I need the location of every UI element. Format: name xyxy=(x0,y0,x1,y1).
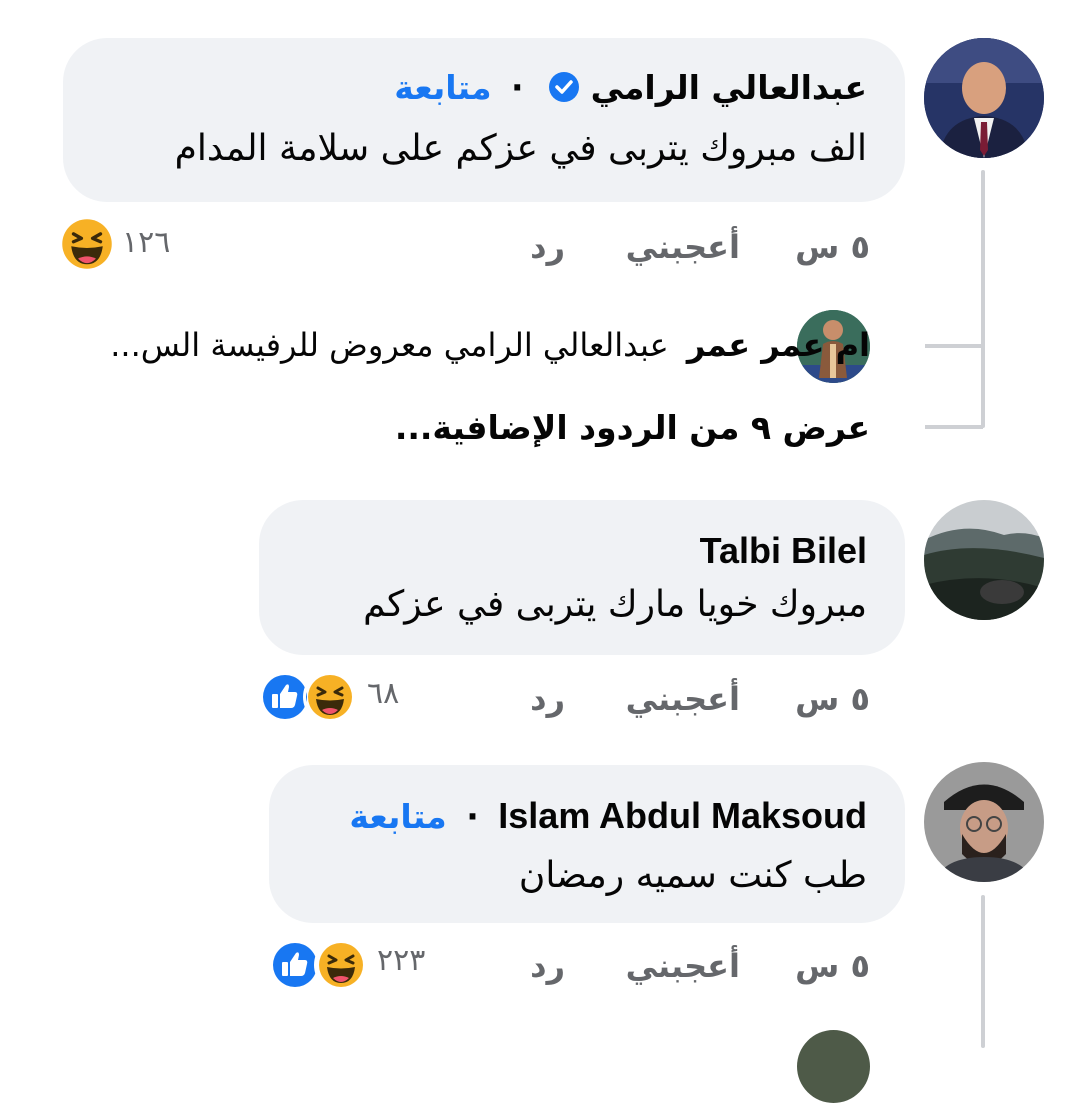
comment-time[interactable]: ٥ س xyxy=(795,680,870,718)
haha-icon[interactable] xyxy=(314,938,368,992)
comment-bubble[interactable]: عبدالعالي الرامي · متابعة الف مبروك يترب… xyxy=(63,38,905,202)
separator-dot: · xyxy=(466,797,479,836)
comment-header: عبدالعالي الرامي · متابعة xyxy=(394,68,867,107)
reply-author[interactable]: ام عمر عمر xyxy=(687,326,870,364)
verified-badge-icon xyxy=(549,72,580,102)
comment-author[interactable]: Talbi Bilel xyxy=(700,530,867,571)
reaction-count[interactable]: ٦٨ xyxy=(367,676,399,711)
view-more-replies[interactable]: عرض ٩ من الردود الإضافية... xyxy=(395,408,870,447)
comment-time[interactable]: ٥ س xyxy=(795,947,870,985)
reply-button[interactable]: رد xyxy=(530,947,565,985)
reaction-count[interactable]: ١٢٦ xyxy=(122,225,170,260)
comment-header: Islam Abdul Maksoud · متابعة xyxy=(349,795,867,837)
follow-link[interactable]: متابعة xyxy=(349,797,446,836)
comment-author[interactable]: Islam Abdul Maksoud xyxy=(498,795,867,836)
avatar[interactable] xyxy=(797,1030,870,1103)
reply-connector xyxy=(925,344,983,348)
follow-link[interactable]: متابعة xyxy=(394,68,491,107)
reaction-count[interactable]: ٢٢٣ xyxy=(377,943,425,978)
reply-text: عبدالعالي الرامي معروض للرفيسة الس... xyxy=(110,326,669,364)
reply-button[interactable]: رد xyxy=(530,228,565,266)
comment-text: طب كنت سميه رمضان xyxy=(518,855,867,896)
haha-icon[interactable] xyxy=(303,670,357,724)
comment-bubble[interactable]: Talbi Bilel مبروك خويا مارك يتربى في عزك… xyxy=(259,500,905,655)
separator-dot: · xyxy=(511,68,524,107)
like-button[interactable]: أعجبني xyxy=(626,228,740,266)
comment-author[interactable]: عبدالعالي الرامي xyxy=(591,68,867,107)
like-button[interactable]: أعجبني xyxy=(626,680,740,718)
comment-text: مبروك خويا مارك يتربى في عزكم xyxy=(363,584,867,625)
comment-thread-line xyxy=(981,170,985,428)
comment-time[interactable]: ٥ س xyxy=(795,228,870,266)
avatar[interactable] xyxy=(924,762,1044,882)
like-button[interactable]: أعجبني xyxy=(626,947,740,985)
comment-header: Talbi Bilel xyxy=(700,530,867,572)
reply-preview[interactable]: ام عمر عمر عبدالعالي الرامي معروض للرفيس… xyxy=(110,326,870,364)
comment-thread-line xyxy=(981,895,985,1048)
comment-bubble[interactable]: Islam Abdul Maksoud · متابعة طب كنت سميه… xyxy=(269,765,905,923)
reply-button[interactable]: رد xyxy=(530,680,565,718)
comment-text: الف مبروك يتربى في عزكم على سلامة المدام xyxy=(174,128,867,169)
avatar[interactable] xyxy=(924,38,1044,158)
haha-icon[interactable] xyxy=(60,217,114,271)
reply-connector xyxy=(925,425,983,429)
avatar[interactable] xyxy=(924,500,1044,620)
